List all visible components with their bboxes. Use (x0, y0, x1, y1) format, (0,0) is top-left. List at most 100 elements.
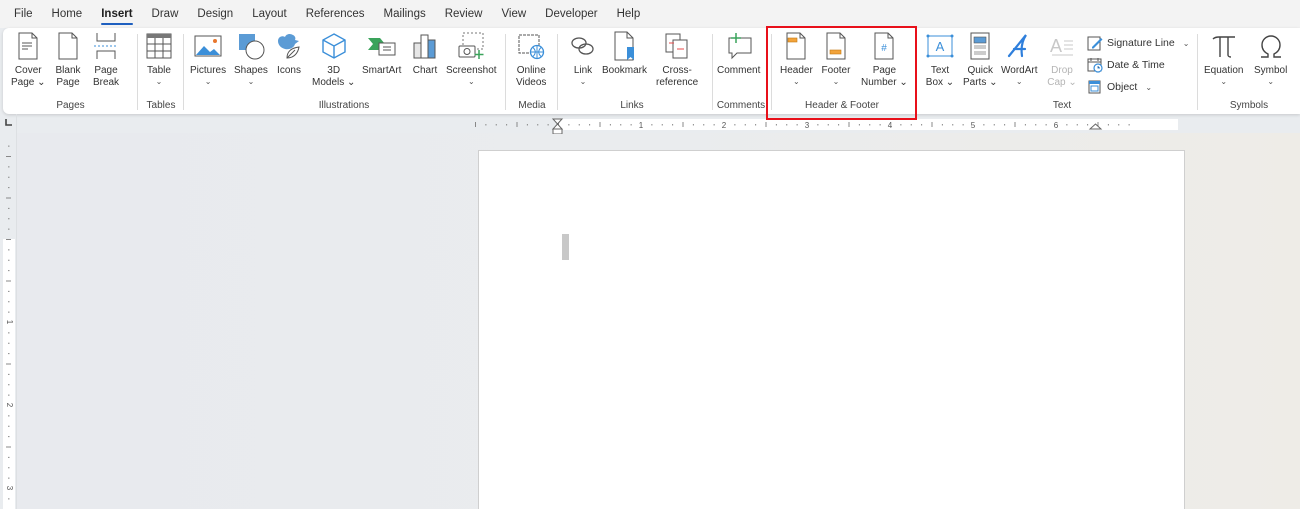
tab-selector-button[interactable] (3, 117, 15, 127)
icons-button[interactable]: Icons (274, 30, 304, 77)
text-box-icon: A (925, 30, 955, 62)
ruler-tick (921, 124, 923, 126)
ruler-tick (8, 456, 10, 458)
ruler-number: 3 (5, 486, 14, 491)
ruler-tick (506, 124, 508, 126)
screenshot-chevron-icon: ⌄ (467, 77, 475, 86)
smartart-button[interactable]: SmartArt (362, 30, 401, 77)
quick-parts-label-2: Parts ⌄ (963, 77, 998, 88)
tab-design[interactable]: Design (197, 0, 233, 28)
online-videos-button[interactable]: Online Videos (516, 30, 546, 89)
tab-draw[interactable]: Draw (152, 0, 179, 28)
screenshot-label: Screenshot (446, 65, 497, 76)
link-icon (568, 30, 598, 62)
tab-references[interactable]: References (306, 0, 365, 28)
table-chevron-icon: ⌄ (155, 77, 163, 86)
header-button[interactable]: Header ⌄ (780, 30, 813, 87)
ruler-tick (8, 342, 10, 344)
page-break-button[interactable]: Page Break (91, 30, 121, 89)
ruler-tick (6, 280, 11, 282)
shapes-button[interactable]: Shapes ⌄ (234, 30, 268, 87)
chart-button[interactable]: Chart (410, 30, 440, 77)
tab-home[interactable]: Home (52, 0, 83, 28)
ruler-tick (734, 124, 736, 126)
ruler-tick (8, 477, 10, 479)
ruler-tick (475, 122, 476, 127)
comment-button[interactable]: Comment (717, 30, 760, 77)
ruler-tick (744, 124, 746, 126)
ruler-tick (8, 467, 10, 469)
object-button[interactable]: Object ⌄ (1087, 79, 1152, 95)
calendar-clock-icon (1087, 57, 1103, 73)
equation-button[interactable]: Equation ⌄ (1204, 30, 1243, 87)
horizontal-ruler[interactable]: 1 2 3 4 5 6 (470, 118, 1190, 134)
wordart-button[interactable]: WordArt ⌄ (1001, 30, 1038, 87)
ruler-tick (651, 124, 653, 126)
vertical-ruler[interactable]: 1 2 3 (3, 135, 15, 509)
tab-view[interactable]: View (501, 0, 526, 28)
ruler-tick (8, 373, 10, 375)
screenshot-button[interactable]: Screenshot ⌄ (446, 30, 497, 87)
ruler-number: 1 (639, 121, 644, 130)
cover-page-button[interactable]: Cover Page ⌄ (11, 30, 46, 89)
quick-parts-label-1: Quick (967, 65, 994, 76)
blank-page-icon (53, 30, 83, 62)
ruler-tick (516, 122, 518, 127)
ruler-tick (1107, 124, 1109, 126)
footer-icon (821, 30, 851, 62)
ruler-tick (1024, 124, 1026, 126)
signature-line-button[interactable]: Signature Line ⌄ (1087, 35, 1189, 51)
object-label: Object (1107, 81, 1138, 93)
ruler-tick (8, 415, 10, 417)
tab-mailings[interactable]: Mailings (384, 0, 426, 28)
ruler-number: 6 (1054, 121, 1059, 130)
tab-insert[interactable]: Insert (101, 0, 133, 28)
cross-reference-button[interactable]: Cross- reference (656, 30, 698, 89)
drop-cap-button[interactable]: A Drop Cap ⌄ (1047, 30, 1077, 89)
ruler-tick (941, 124, 943, 126)
ruler-number: 2 (722, 121, 727, 130)
comment-label: Comment (717, 65, 761, 76)
table-button[interactable]: Table ⌄ (144, 30, 174, 87)
3d-models-button[interactable]: 3D Models ⌄ (312, 30, 355, 89)
blank-page-button[interactable]: Blank Page (53, 30, 83, 89)
text-box-button[interactable]: A Text Box ⌄ (925, 30, 955, 89)
quick-parts-button[interactable]: Quick Parts ⌄ (963, 30, 998, 89)
pictures-icon (193, 30, 223, 62)
ruler-tick (1118, 124, 1120, 126)
footer-button[interactable]: Footer ⌄ (821, 30, 851, 87)
vertical-ruler-border (16, 114, 17, 509)
group-label-symbols: Symbols (1229, 100, 1269, 111)
date-time-label: Date & Time (1107, 59, 1165, 71)
pictures-label: Pictures (190, 65, 227, 76)
ruler-number: 1 (5, 320, 14, 325)
drop-cap-icon: A (1047, 30, 1077, 62)
ruler-tick (817, 124, 819, 126)
ruler-text-area (558, 119, 1178, 130)
ruler-tick (8, 311, 10, 313)
text-cursor (562, 234, 569, 260)
ruler-tick (8, 187, 10, 189)
group-text: A Text Box ⌄ Quick Parts ⌄ WordArt ⌄ A D… (917, 28, 1197, 114)
bookmark-button[interactable]: Bookmark (602, 30, 647, 77)
tab-review[interactable]: Review (445, 0, 483, 28)
ruler-tick (6, 446, 11, 448)
tab-developer[interactable]: Developer (545, 0, 597, 28)
ruler-tick (485, 124, 487, 126)
date-time-button[interactable]: Date & Time (1087, 57, 1165, 73)
link-button[interactable]: Link ⌄ (568, 30, 598, 87)
ruler-tick (8, 176, 10, 178)
cross-reference-label-1: Cross- (662, 65, 692, 76)
object-chevron-icon: ⌄ (1145, 82, 1153, 92)
chart-label: Chart (412, 65, 438, 76)
tab-file[interactable]: File (14, 0, 33, 28)
smartart-icon (367, 30, 397, 62)
tab-layout[interactable]: Layout (252, 0, 287, 28)
tab-help[interactable]: Help (617, 0, 641, 28)
pictures-button[interactable]: Pictures ⌄ (190, 30, 226, 87)
symbol-button[interactable]: Symbol ⌄ (1254, 30, 1287, 87)
document-page[interactable] (478, 150, 1185, 509)
page-number-button[interactable]: # Page Number ⌄ (861, 30, 908, 89)
ruler-tick (713, 124, 715, 126)
signature-line-chevron-icon: ⌄ (1182, 38, 1190, 48)
